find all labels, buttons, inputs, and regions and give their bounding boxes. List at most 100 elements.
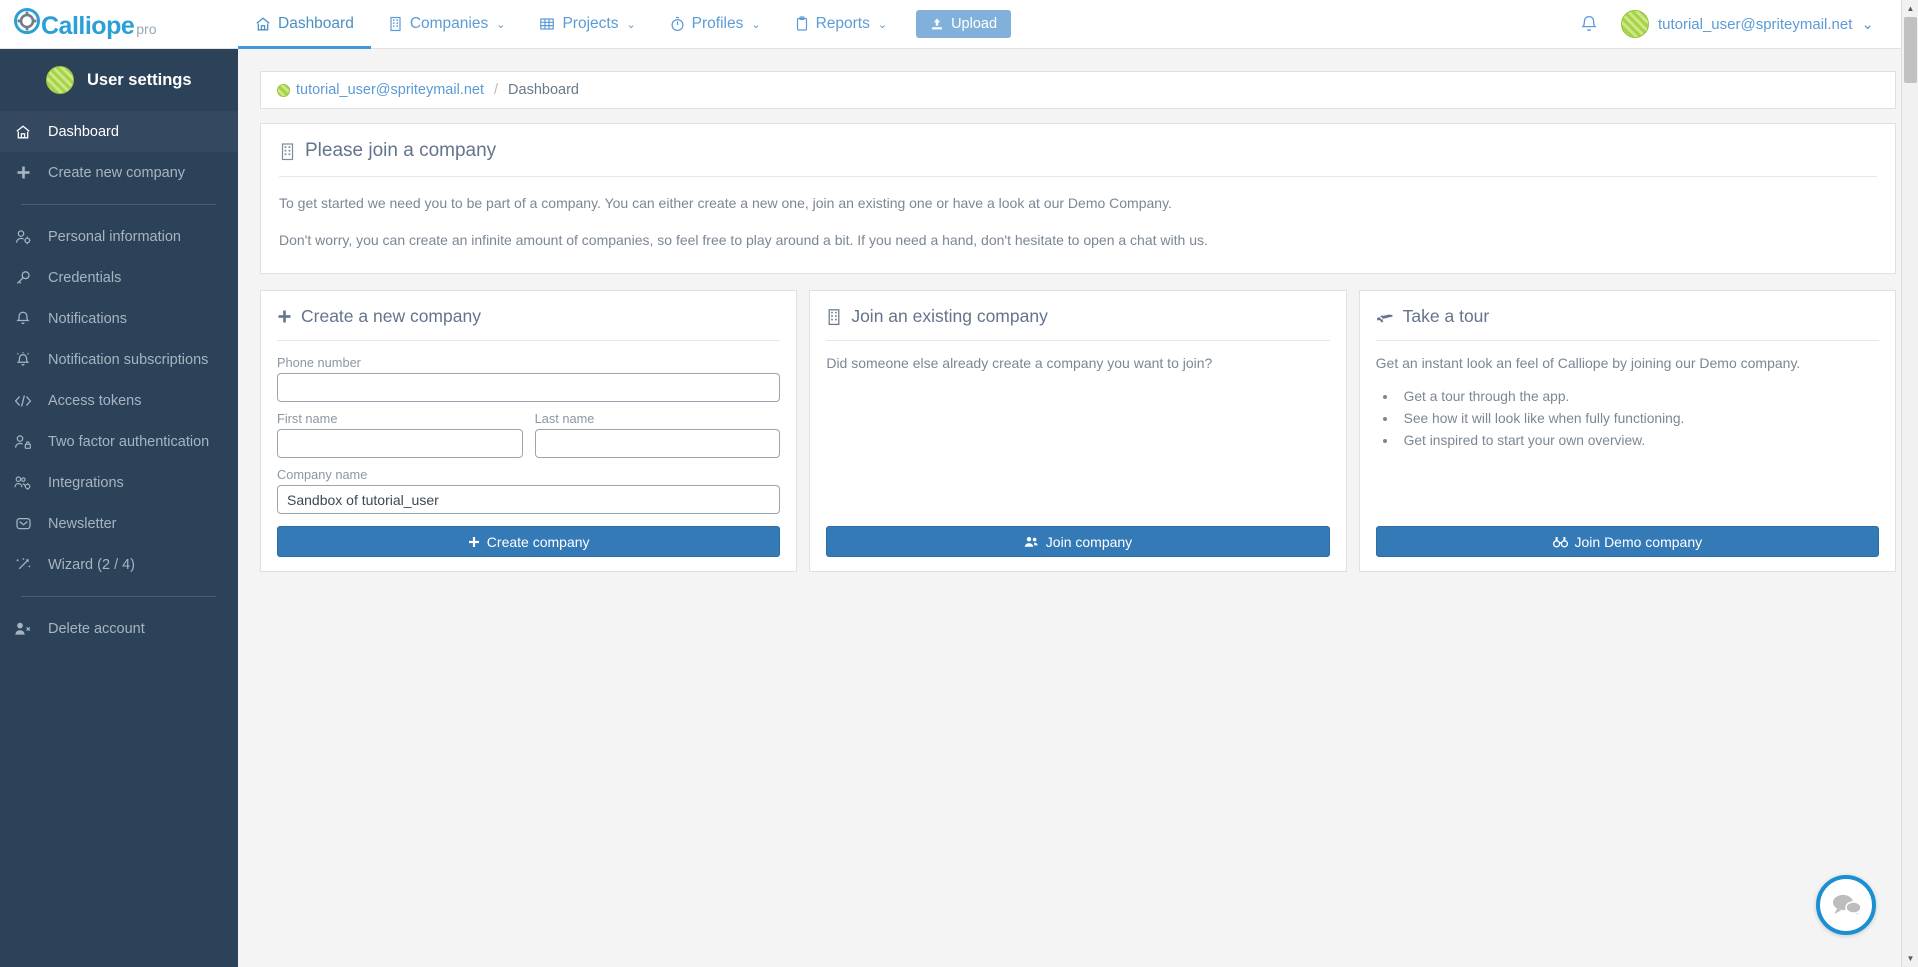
chat-widget-button[interactable] <box>1816 875 1876 935</box>
home-icon <box>12 124 34 140</box>
first-name-input[interactable] <box>277 429 523 458</box>
sidebar-item-label: Notifications <box>48 310 127 327</box>
key-icon <box>12 270 34 286</box>
plane-icon <box>1376 309 1394 325</box>
card-title: Join an existing company <box>851 306 1048 326</box>
sidebar-item-notification-subscriptions[interactable]: Notification subscriptions <box>0 339 238 380</box>
breadcrumb-current: Dashboard <box>508 82 579 98</box>
sidebar-item-label: Create new company <box>48 164 186 181</box>
binoculars-icon <box>1552 536 1568 548</box>
sidebar-item-label: Dashboard <box>48 123 119 140</box>
sidebar-divider <box>21 204 216 205</box>
breadcrumb: tutorial_user@spriteymail.net / Dashboar… <box>260 71 1896 109</box>
chevron-down-icon: ⌄ <box>877 18 888 31</box>
nav-item-label: Companies <box>409 15 489 32</box>
sidebar-item-label: Newsletter <box>48 515 117 532</box>
users-icon <box>1024 536 1039 548</box>
company-name-field-group: Company name <box>277 467 781 514</box>
sidebar-item-access-tokens[interactable]: Access tokens <box>0 380 238 421</box>
scroll-down-arrow-icon[interactable]: ▼ <box>1902 950 1918 967</box>
bell-icon <box>12 310 34 327</box>
sidebar-header: User settings <box>0 49 238 111</box>
nav-item-companies[interactable]: Companies ⌄ <box>371 0 523 49</box>
nav-item-dashboard[interactable]: Dashboard <box>238 0 371 49</box>
sidebar-item-label: Integrations <box>48 474 124 491</box>
stopwatch-icon <box>670 16 685 32</box>
plus-icon <box>468 536 480 548</box>
sidebar-item-create-new-company[interactable]: Create new company <box>0 152 238 193</box>
join-company-panel: Please join a company To get started we … <box>260 123 1896 274</box>
page-title: Please join a company <box>305 140 497 161</box>
avatar <box>1620 10 1649 38</box>
create-company-button[interactable]: Create company <box>277 526 781 557</box>
sidebar-item-dashboard[interactable]: Dashboard <box>0 111 238 152</box>
card-title: Take a tour <box>1402 306 1490 326</box>
home-icon <box>255 16 271 32</box>
top-navigation-bar: Calliope pro Dashboard Companies ⌄ Proje… <box>0 0 1918 49</box>
user-menu-label: tutorial_user@spriteymail.net <box>1657 15 1853 33</box>
sidebar-item-label: Wizard (2 / 4) <box>48 556 136 573</box>
upload-button-label: Upload <box>951 16 998 32</box>
plus-icon <box>277 309 292 324</box>
users-gear-icon <box>12 475 34 491</box>
sidebar-item-two-factor-authentication[interactable]: Two factor authentication <box>0 421 238 462</box>
nav-item-label: Profiles <box>691 15 744 32</box>
chat-bubbles-icon <box>1829 891 1863 919</box>
sidebar-item-integrations[interactable]: Integrations <box>0 462 238 503</box>
sidebar-item-delete-account[interactable]: Delete account <box>0 608 238 649</box>
sidebar-item-label: Delete account <box>48 620 145 637</box>
card-body: Did someone else already create a compan… <box>810 341 1345 514</box>
calliope-gear-icon <box>14 7 40 34</box>
brand-suffix: pro <box>136 20 157 37</box>
card-body: Phone number First name Last name Compan… <box>261 341 796 514</box>
breadcrumb-root-link[interactable]: tutorial_user@spriteymail.net <box>277 82 484 98</box>
nav-item-projects[interactable]: Projects ⌄ <box>522 0 652 49</box>
chevron-down-icon: ⌄ <box>751 18 761 31</box>
sidebar-item-credentials[interactable]: Credentials <box>0 257 238 298</box>
join-card-text: Did someone else already create a compan… <box>826 355 1213 371</box>
nav-item-profiles[interactable]: Profiles ⌄ <box>653 0 778 49</box>
plus-icon <box>12 165 34 180</box>
company-name-input[interactable] <box>277 485 781 514</box>
page-scrollbar[interactable]: ▲ ▼ <box>1901 0 1918 967</box>
nav-item-label: Reports <box>815 15 870 32</box>
scrollbar-thumb[interactable] <box>1904 17 1917 83</box>
upload-button[interactable]: Upload <box>916 10 1012 38</box>
chevron-down-icon: ⌄ <box>1861 16 1874 33</box>
phone-number-input[interactable] <box>277 373 781 402</box>
panel-body: To get started we need you to be part of… <box>261 177 1895 273</box>
create-company-button-label: Create company <box>486 533 590 550</box>
building-icon <box>279 142 296 161</box>
nav-item-label: Projects <box>562 15 619 32</box>
sidebar-item-wizard[interactable]: Wizard (2 / 4) <box>0 544 238 585</box>
upload-icon <box>930 17 944 31</box>
card-footer: Join Demo company <box>1360 514 1895 571</box>
clipboard-icon <box>795 16 809 32</box>
user-gear-icon <box>12 229 34 245</box>
join-demo-company-button[interactable]: Join Demo company <box>1375 526 1879 557</box>
bell-ring-icon <box>12 351 34 368</box>
sidebar-item-label: Notification subscriptions <box>48 351 209 368</box>
sidebar-item-newsletter[interactable]: Newsletter <box>0 503 238 544</box>
brand-logo[interactable]: Calliope pro <box>0 0 238 49</box>
create-company-card: Create a new company Phone number First … <box>260 290 798 572</box>
user-lock-icon <box>12 434 34 450</box>
first-name-label: First name <box>277 411 338 426</box>
building-icon <box>388 16 403 32</box>
sidebar-item-label: Two factor authentication <box>48 433 210 450</box>
scroll-up-arrow-icon[interactable]: ▲ <box>1902 0 1918 17</box>
sidebar-item-personal-information[interactable]: Personal information <box>0 216 238 257</box>
join-company-button[interactable]: Join company <box>826 526 1330 557</box>
nav-item-reports[interactable]: Reports ⌄ <box>778 0 905 49</box>
card-header: Join an existing company <box>810 291 1345 340</box>
user-menu[interactable]: tutorial_user@spriteymail.net ⌄ <box>1620 10 1874 38</box>
last-name-input[interactable] <box>534 429 781 458</box>
nav-item-label: Dashboard <box>278 15 354 32</box>
notifications-button[interactable] <box>1579 14 1599 35</box>
panel-header: Please join a company <box>261 124 1895 176</box>
tour-card-text: Get an instant look an feel of Calliope … <box>1375 355 1801 371</box>
company-name-label: Company name <box>277 467 368 482</box>
list-item: Get a tour through the app. <box>1398 389 1879 404</box>
sidebar-item-notifications[interactable]: Notifications <box>0 298 238 339</box>
list-item: Get inspired to start your own overview. <box>1398 433 1879 448</box>
